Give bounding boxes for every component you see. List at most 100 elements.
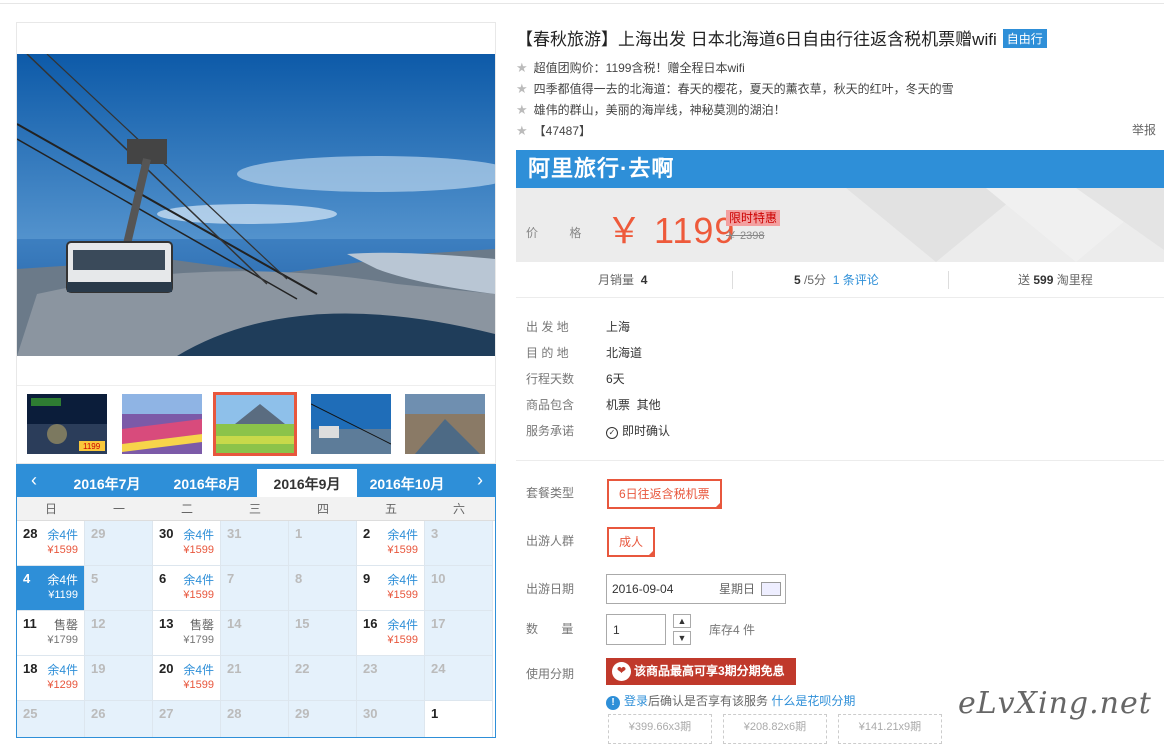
price-label: 价 格	[526, 226, 596, 240]
calendar-day-cell[interactable]: 20 余4件 ¥1599	[153, 656, 221, 701]
day-number: 24	[431, 661, 446, 676]
service-label: 服务承诺	[526, 424, 575, 438]
day-stock: 余4件	[183, 573, 214, 587]
traveler-label: 出游人群	[526, 534, 575, 548]
weekday-label: 日	[44, 502, 57, 516]
weekday-header: 日 一 二 三 四 五 六	[17, 497, 495, 521]
tab-month-aug[interactable]: 2016年8月	[157, 465, 257, 497]
image-gallery: 1199	[16, 22, 496, 464]
thumb-price-badge: 1199	[83, 442, 101, 451]
report-link[interactable]: 举报	[1132, 121, 1156, 138]
day-number: 16	[363, 616, 378, 631]
star-icon: ★	[516, 60, 528, 75]
calendar-day-cell[interactable]: 28 余4件 ¥1599	[17, 521, 85, 566]
day-number: 28	[23, 526, 38, 541]
day-number: 25	[23, 706, 38, 721]
installment-note: ! 登录后确认是否享有该服务 什么是花呗分期	[606, 692, 855, 710]
thumbnail-lavender[interactable]	[122, 394, 202, 454]
miles-suffix: 淘里程	[1056, 273, 1093, 287]
calendar-day-cell[interactable]: 11 售罄 ¥1799	[17, 611, 85, 656]
limited-offer-badge: 限时特惠	[726, 210, 781, 226]
day-number: 11	[23, 616, 37, 631]
calendar-day-cell[interactable]: 18 余4件 ¥1299	[17, 656, 85, 701]
tab-month-oct[interactable]: 2016年10月	[357, 465, 457, 497]
monthly-sales-label: 月销量	[598, 273, 635, 287]
traveler-option-adult[interactable]: 成人	[607, 527, 656, 557]
destination-value: 北海道	[606, 346, 643, 360]
quantity-input[interactable]: 1	[606, 614, 666, 645]
tab-month-sep[interactable]: 2016年9月	[257, 469, 357, 497]
quantity-down-icon[interactable]: ▼	[673, 631, 691, 645]
day-number: 2	[363, 526, 371, 541]
duration-value: 6天	[606, 372, 625, 386]
duration-label: 行程天数	[526, 372, 575, 386]
huabei-help-link[interactable]: 什么是花呗分期	[771, 694, 855, 708]
thumbnail-night-view[interactable]: 1199	[27, 394, 107, 454]
feature-item: ★ 超值团购价：1199含税！赠全程日本wifi	[516, 59, 745, 76]
thumbnail-ropeway[interactable]	[311, 394, 391, 454]
day-stock: 余4件	[387, 573, 418, 587]
stats-divider	[948, 271, 949, 289]
installment-plan-9[interactable]: ¥141.21x9期	[838, 714, 942, 744]
calendar-day-cell: 3	[425, 521, 493, 566]
day-price: ¥1299	[47, 679, 78, 691]
day-number: 8	[295, 571, 303, 586]
rating-value: 5	[794, 273, 801, 287]
original-price: ￥ 2398	[726, 230, 765, 242]
check-circle-icon: ✓	[606, 427, 618, 439]
thumbnail-mountain-field[interactable]	[213, 392, 297, 456]
product-title: 【春秋旅游】上海出发 日本北海道6日自由行往返含税机票赠wifi 自由行	[516, 25, 1047, 50]
weekday-label: 六	[452, 502, 465, 516]
day-number: 18	[23, 661, 38, 676]
tab-month-jul[interactable]: 2016年7月	[57, 465, 157, 497]
calendar-month-nav: ‹ 2016年7月 2016年8月 2016年9月 2016年10月 ›	[17, 465, 495, 497]
calendar-day-cell: 19	[85, 656, 153, 701]
departure-date-input[interactable]: 2016-09-04 星期日	[606, 574, 786, 604]
prev-month-arrow-icon[interactable]: ‹	[19, 465, 49, 497]
next-month-arrow-icon[interactable]: ›	[465, 465, 495, 497]
feature-text: 雄伟的群山，美丽的海岸线，神秘莫测的湖泊！	[533, 103, 786, 117]
calendar-day-cell: 28	[221, 701, 289, 737]
calendar-day-cell[interactable]: 2 余4件 ¥1599	[357, 521, 425, 566]
calendar-day-cell[interactable]: 16 余4件 ¥1599	[357, 611, 425, 656]
feature-text: 四季都值得一去的北海道：春天的樱花，夏天的薰衣草，秋天的红叶，冬天的雪	[533, 82, 954, 96]
huabei-logo-icon: ❤	[612, 662, 631, 681]
login-link[interactable]: 登录	[624, 694, 648, 708]
day-price: ¥1599	[387, 589, 418, 601]
calendar-icon[interactable]	[761, 582, 781, 596]
monthly-sales-value: 4	[640, 273, 648, 287]
installment-plan-6[interactable]: ¥208.82x6期	[723, 714, 827, 744]
day-number: 7	[227, 571, 235, 586]
service-value: ✓ 即时确认	[606, 422, 670, 439]
day-number: 3	[431, 526, 439, 541]
feature-text: 【47487】	[533, 124, 592, 138]
reviews-link[interactable]: 1 条评论	[833, 273, 879, 287]
day-stock: 余4件	[183, 528, 214, 542]
weekday-value: 星期日	[718, 582, 755, 596]
calendar-day-cell: 23	[357, 656, 425, 701]
package-option-6day[interactable]: 6日往返含税机票	[607, 479, 722, 509]
day-stock: 余4件	[387, 618, 418, 632]
calendar-day-cell[interactable]: 13 售罄 ¥1799	[153, 611, 221, 656]
calendar-day-cell: 1	[425, 701, 493, 737]
day-stock: 售罄	[53, 618, 78, 632]
day-number: 12	[91, 616, 106, 631]
calendar-day-cell[interactable]: 30 余4件 ¥1599	[153, 521, 221, 566]
thumbnail-town-aerial[interactable]	[405, 394, 485, 454]
calendar-day-cell: 24	[425, 656, 493, 701]
calendar-day-cell: 8	[289, 566, 357, 611]
current-price: ￥ 1199	[606, 210, 736, 251]
day-number: 22	[295, 661, 310, 676]
weekday-label: 五	[384, 502, 397, 516]
weekday-label: 三	[248, 502, 261, 516]
calendar-day-cell: 12	[85, 611, 153, 656]
main-photo-ropeway	[17, 54, 495, 356]
installment-button[interactable]: ❤ 该商品最高可享3期分期免息	[606, 658, 796, 685]
calendar-day-cell[interactable]: 6 余4件 ¥1599	[153, 566, 221, 611]
calendar-day-cell[interactable]: 9 余4件 ¥1599	[357, 566, 425, 611]
installment-plan-3[interactable]: ¥399.66x3期	[608, 714, 712, 744]
day-number: 1	[431, 706, 439, 721]
quantity-up-icon[interactable]: ▲	[673, 614, 691, 628]
date-label: 出游日期	[526, 582, 575, 596]
calendar-day-cell[interactable]: 4 余4件 ¥1199	[17, 566, 85, 611]
